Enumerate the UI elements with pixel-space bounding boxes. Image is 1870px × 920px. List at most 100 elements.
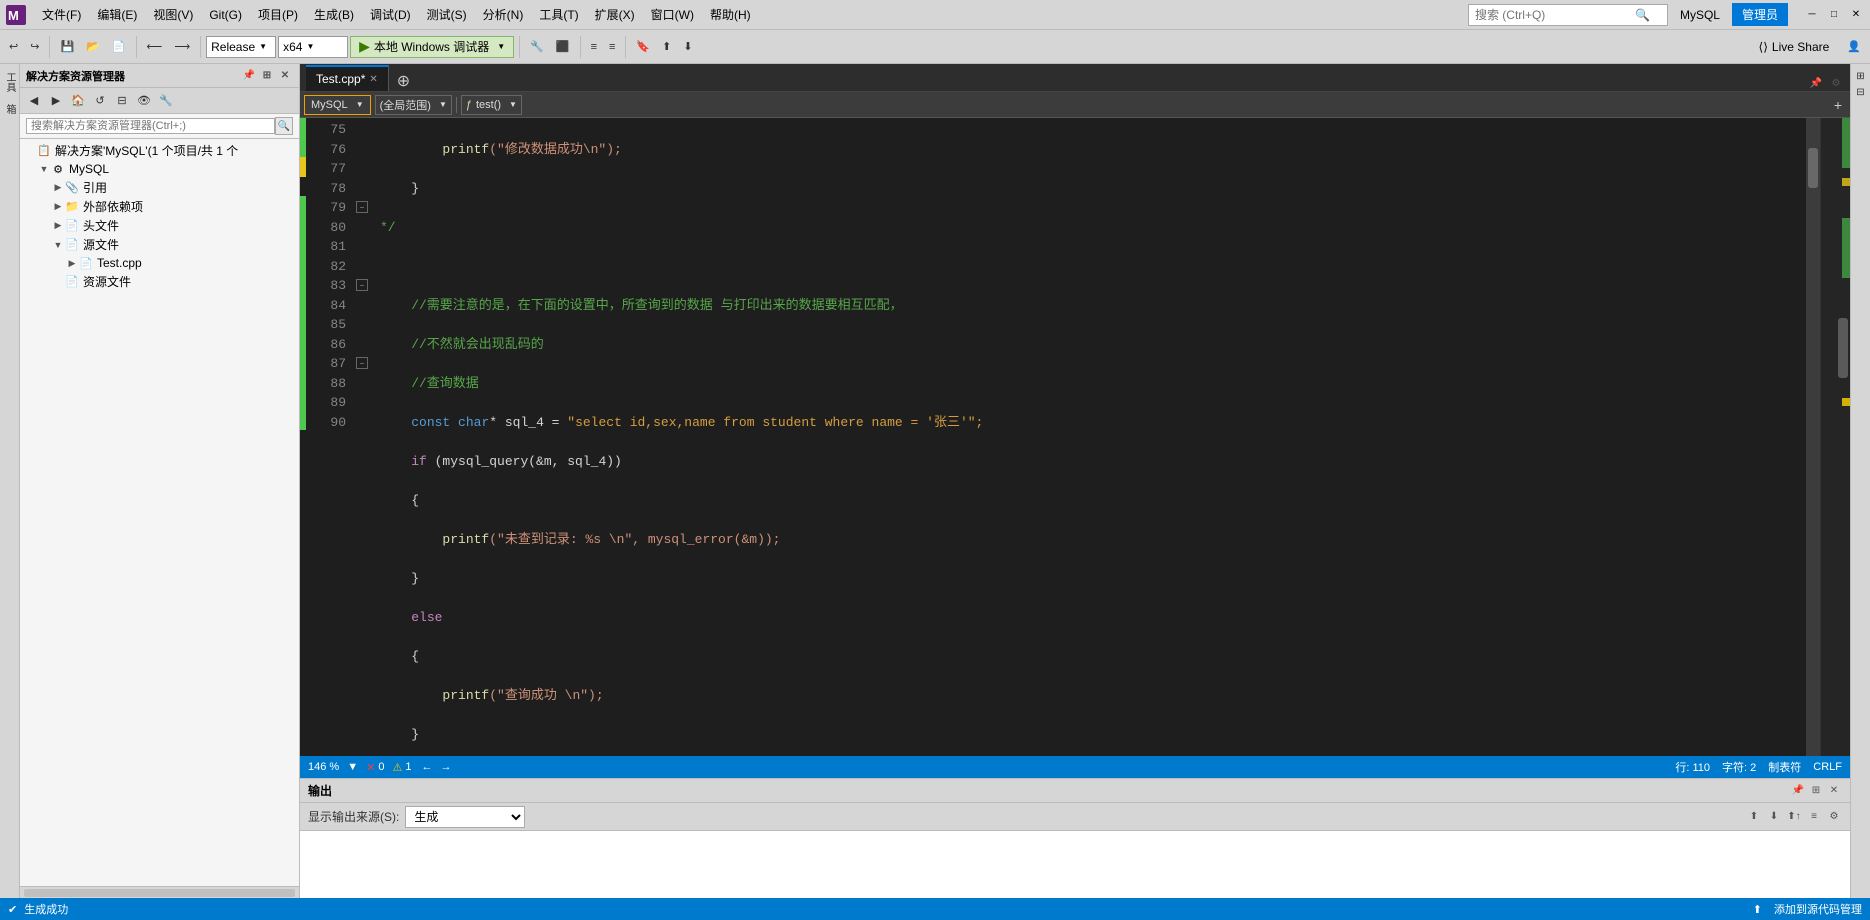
- breadcrumb-add[interactable]: +: [1830, 97, 1846, 113]
- solution-search-input[interactable]: [26, 118, 275, 134]
- se-refresh-btn[interactable]: ↺: [90, 91, 110, 111]
- output-tb-btn-3[interactable]: ⬆↑: [1786, 809, 1802, 825]
- output-source-select[interactable]: 生成 调试 错误列表: [405, 806, 525, 828]
- se-forward-btn[interactable]: ▶: [46, 91, 66, 111]
- cg-87[interactable]: −: [356, 352, 370, 372]
- solution-hscroll[interactable]: [24, 889, 295, 897]
- tab-add-button[interactable]: ⊕: [389, 71, 418, 91]
- tree-item-mysql[interactable]: ▼ ⚙ MySQL: [20, 160, 299, 178]
- tab-bar-pin[interactable]: 📌: [1808, 75, 1824, 91]
- scrollbar-thumb[interactable]: [1808, 148, 1818, 188]
- menu-window[interactable]: 窗口(W): [643, 2, 702, 27]
- menu-git[interactable]: Git(G): [201, 4, 250, 26]
- solution-search-button[interactable]: 🔍: [275, 117, 293, 135]
- tree-item-external-deps[interactable]: ▶ 📁 外部依赖项: [20, 197, 299, 216]
- tree-item-references[interactable]: ▶ 📎 引用: [20, 178, 299, 197]
- run-button[interactable]: ▶ 本地 Windows 调试器 ▼: [350, 36, 514, 58]
- breadcrumb-scope[interactable]: (全局范围) ▼: [375, 95, 452, 115]
- collapse-83[interactable]: −: [356, 279, 368, 291]
- tree-item-solution[interactable]: 📋 解决方案'MySQL'(1 个项目/共 1 个: [20, 141, 299, 160]
- tree-item-resource-files[interactable]: 📄 资源文件: [20, 272, 299, 291]
- pin-button[interactable]: 📌: [241, 68, 257, 84]
- bookmark-prev[interactable]: ⬆: [657, 37, 676, 56]
- output-tb-btn-2[interactable]: ⬇: [1766, 809, 1782, 825]
- open-button[interactable]: 📂: [81, 37, 105, 56]
- zoom-dropdown-arrow[interactable]: ▼: [347, 761, 358, 773]
- output-expand-btn[interactable]: ⊞: [1808, 783, 1824, 799]
- bookmark-next[interactable]: ⬇: [678, 37, 697, 56]
- menu-edit[interactable]: 编辑(E): [89, 2, 145, 27]
- menu-build[interactable]: 生成(B): [306, 2, 362, 27]
- add-source-control-text[interactable]: 添加到源代码管理: [1774, 901, 1862, 917]
- menu-extensions[interactable]: 扩展(X): [587, 2, 643, 27]
- menu-view[interactable]: 视图(V): [145, 2, 201, 27]
- redo-button[interactable]: ↪: [25, 37, 44, 56]
- platform-dropdown[interactable]: x64 ▼: [278, 36, 348, 58]
- tab-test-cpp-close[interactable]: ✕: [369, 74, 377, 85]
- code-line-87: else: [380, 608, 1806, 628]
- cg-79[interactable]: −: [356, 196, 370, 216]
- save-button[interactable]: 💾: [55, 37, 79, 56]
- menu-help[interactable]: 帮助(H): [702, 2, 759, 27]
- menu-project[interactable]: 项目(P): [250, 2, 306, 27]
- right-strip-btn-1[interactable]: ⊞: [1853, 68, 1869, 84]
- left-strip-btn-1[interactable]: 工具: [0, 68, 19, 96]
- collapse-79[interactable]: −: [356, 201, 368, 213]
- se-back-btn[interactable]: ◀: [24, 91, 44, 111]
- error-count[interactable]: ✕ 0: [366, 761, 384, 774]
- output-close-btn[interactable]: ✕: [1826, 783, 1842, 799]
- right-strip-btn-2[interactable]: ⊟: [1853, 84, 1869, 100]
- breadcrumb-class[interactable]: MySQL ▼: [304, 95, 371, 115]
- se-home-btn[interactable]: 🏠: [68, 91, 88, 111]
- se-show-all-btn[interactable]: 👁: [134, 91, 154, 111]
- nav-prev-arrow[interactable]: ←: [419, 761, 434, 773]
- new-button[interactable]: 📄: [107, 37, 131, 56]
- output-tb-btn-4[interactable]: ≡: [1806, 809, 1822, 825]
- cg-83[interactable]: −: [356, 274, 370, 294]
- nav-next-arrow[interactable]: →: [438, 761, 453, 773]
- menu-tools[interactable]: 工具(T): [531, 2, 586, 27]
- bookmark-button[interactable]: 🔖: [631, 37, 655, 56]
- code-content[interactable]: printf("修改数据成功\n"); } */ //需要注意的是，在下面的设置…: [372, 118, 1806, 756]
- profile-icon[interactable]: 👤: [1842, 37, 1866, 56]
- right-sidebar-strip: ⊞ ⊟: [1850, 64, 1870, 898]
- minimize-button[interactable]: ─: [1802, 5, 1822, 25]
- solution-scrollbar[interactable]: [20, 886, 299, 898]
- breadcrumb-func[interactable]: ƒ test() ▼: [461, 95, 522, 115]
- manage-button[interactable]: 管理员: [1732, 3, 1788, 26]
- live-share-button[interactable]: ⟨⟩ Live Share: [1752, 37, 1837, 57]
- tab-bar-settings[interactable]: ⚙: [1828, 75, 1844, 91]
- tree-item-source-files[interactable]: ▼ 📄 源文件: [20, 235, 299, 254]
- collapse-87[interactable]: −: [356, 357, 368, 369]
- output-tb-btn-5[interactable]: ⚙: [1826, 809, 1842, 825]
- output-pin-btn[interactable]: 📌: [1790, 783, 1806, 799]
- tab-test-cpp[interactable]: Test.cpp* ✕: [306, 65, 389, 91]
- search-input[interactable]: [1475, 8, 1635, 22]
- search-box[interactable]: 🔍: [1468, 4, 1668, 26]
- release-dropdown[interactable]: Release ▼: [206, 36, 276, 58]
- debug-button[interactable]: 🔧: [525, 37, 549, 56]
- expand-button[interactable]: ⊞: [259, 68, 275, 84]
- forward-button[interactable]: ⟶: [169, 37, 195, 56]
- output-tb-btn-1[interactable]: ⬆: [1746, 809, 1762, 825]
- menu-file[interactable]: 文件(F): [34, 2, 89, 27]
- se-collapse-btn[interactable]: ⊟: [112, 91, 132, 111]
- tree-item-test-cpp[interactable]: ▶ 📄 Test.cpp: [20, 254, 299, 272]
- tree-item-header-files[interactable]: ▶ 📄 头文件: [20, 216, 299, 235]
- se-properties-btn[interactable]: 🔧: [156, 91, 176, 111]
- menu-test[interactable]: 测试(S): [419, 2, 475, 27]
- close-panel-button[interactable]: ✕: [277, 68, 293, 84]
- restore-button[interactable]: □: [1824, 5, 1844, 25]
- align-right[interactable]: ≡: [604, 38, 620, 56]
- menu-analyze[interactable]: 分析(N): [475, 2, 532, 27]
- close-button[interactable]: ✕: [1846, 5, 1866, 25]
- back-button[interactable]: ⟵: [142, 37, 168, 56]
- breakpoint-button[interactable]: ⬛: [551, 37, 575, 56]
- warning-count[interactable]: ⚠ 1: [392, 761, 411, 774]
- menu-debug[interactable]: 调试(D): [362, 2, 419, 27]
- vertical-scrollbar[interactable]: [1806, 118, 1820, 756]
- left-strip-btn-2[interactable]: 箱: [0, 100, 19, 118]
- minimap-scrollthumb[interactable]: [1838, 318, 1848, 378]
- align-left[interactable]: ≡: [586, 38, 602, 56]
- undo-button[interactable]: ↩: [4, 37, 23, 56]
